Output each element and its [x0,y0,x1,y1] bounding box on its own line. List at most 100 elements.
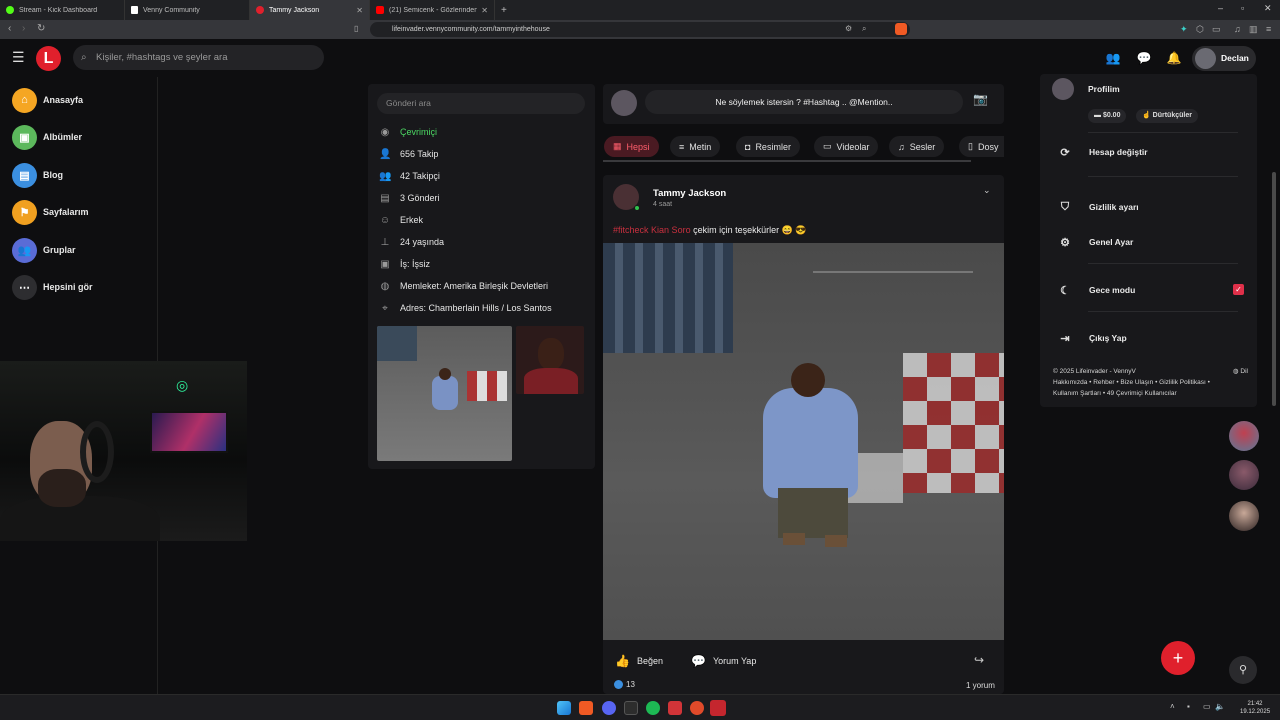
create-post-button[interactable]: + [1161,641,1195,675]
night-mode-checkbox[interactable]: ✓ [1233,284,1244,295]
messages-icon[interactable]: 💬 [1136,50,1152,66]
share-icon[interactable]: ↪ [974,653,984,667]
footer-links[interactable]: Hakkımızda • Rehber • Bize Ulaşın • Gizl… [1053,377,1248,388]
comments-count[interactable]: 1 yorum [966,681,995,690]
extension-puzzle-icon[interactable]: ✦ [1180,24,1188,35]
camera-icon[interactable]: 📷 [973,92,988,106]
photo-thumbnail[interactable] [377,326,512,461]
post-image[interactable] [603,243,1004,640]
post-author[interactable]: Tammy Jackson [653,188,726,199]
menu-item-general-settings[interactable]: ⚙ Genel Ayar [1058,233,1133,251]
system-clock[interactable]: 21:42 19.12.2025 [1240,700,1270,716]
brave-shield-icon[interactable] [895,23,907,35]
youtube-icon [376,6,384,14]
comment-button[interactable]: 💬 Yorum Yap [691,651,756,671]
friends-icon[interactable]: 👥 [1105,50,1121,66]
online-user-avatar[interactable] [1229,421,1259,451]
mention-link[interactable]: Kian Soro [651,225,691,235]
footer-links-2[interactable]: Kullanım Şartları • 49 Çevrimiçi Kullanı… [1053,388,1248,399]
filter-all[interactable]: ▦ Hepsi [604,136,659,157]
filter-images[interactable]: ◘ Resimler [736,136,800,157]
composer-input[interactable]: Ne söylemek istersin ? #Hashtag .. @Ment… [645,90,963,114]
notifications-icon[interactable]: 🔔 [1166,50,1182,66]
menu-item-night-mode[interactable]: ☾ Gece modu [1058,281,1135,299]
forward-icon[interactable]: › [22,23,25,34]
kick-icon [6,6,14,14]
photo-icon: ▣ [12,124,37,150]
online-user-avatar[interactable] [1229,501,1259,531]
close-tab-icon[interactable]: ✕ [481,6,488,15]
discord-icon[interactable] [602,701,616,715]
back-icon[interactable]: ‹ [8,23,11,34]
user-search-button[interactable]: ⚲ [1229,656,1257,684]
tab-tammy[interactable]: Tammy Jackson ✕ [250,0,370,20]
followers-row[interactable]: 👥 42 Takipçi [379,168,440,184]
menu-icon[interactable]: ≡ [1266,24,1271,34]
new-tab-button[interactable]: + [495,0,511,20]
wallet-icon[interactable]: ▭ [1212,24,1221,35]
reload-icon[interactable]: ↻ [37,23,45,34]
extensions-icon[interactable]: ⬡ [1196,24,1204,35]
sidebar-item-groups[interactable]: 👥 Gruplar [12,237,76,263]
media-icon[interactable]: ♫ [1234,24,1241,34]
filter-videos[interactable]: ▭ Videolar [814,136,879,157]
sidebar-item-albums[interactable]: ▣ Albümler [12,124,82,150]
tray-chevron-icon[interactable]: ˄ [1170,702,1175,711]
pokes-badge[interactable]: ☝ Dürtükçüler [1136,109,1198,123]
app-icon[interactable] [668,701,682,715]
app-icon[interactable] [710,700,726,716]
sidebar-item-see-all[interactable]: ⋯ Hepsini gör [12,274,93,300]
posts-row[interactable]: ▤ 3 Gönderi [379,190,439,206]
hashtag-link[interactable]: #fitcheck [613,225,649,235]
sidebar-item-home[interactable]: ⌂ Anasayfa [12,87,83,113]
network-icon[interactable]: ▭ [1203,702,1211,711]
tab-youtube[interactable]: (21) Semicenk - Gözlerinden Gözlerin ✕ [370,0,495,20]
extension-icon[interactable]: ⚙ [845,24,852,33]
tab-venny[interactable]: Venny Community [125,0,250,20]
maximize-icon[interactable]: ▫ [1241,3,1244,13]
chevron-down-icon[interactable]: ⌄ [983,185,991,196]
page-scrollbar[interactable] [1272,172,1276,406]
user-menu-button[interactable]: Declan [1192,46,1256,71]
photo-thumbnail[interactable] [516,326,584,394]
like-button[interactable]: 👍 Beğen [615,651,663,671]
sidebar-item-pages[interactable]: ⚑ Sayfalarım [12,199,89,225]
search-input[interactable]: ⌕ Kişiler, #hashtags ve şeyler ara [73,45,324,70]
menu-item-logout[interactable]: ⇥ Çıkış Yap [1058,329,1126,347]
zoom-icon[interactable]: ⌕ [862,24,866,34]
sidebar-item-blog[interactable]: ▤ Blog [12,162,63,188]
close-tab-icon[interactable]: ✕ [356,6,363,15]
hamburger-icon[interactable]: ☰ [12,49,25,66]
likes-count[interactable]: 13 [614,680,635,689]
brave-icon[interactable] [579,701,593,715]
filter-audio[interactable]: ♫ Sesler [889,136,945,157]
age-row: ⊥ 24 yaşında [380,236,445,248]
post-search-input[interactable]: Gönderi ara [377,93,585,114]
volume-icon[interactable]: 🔈 [1215,702,1225,711]
terminal-icon[interactable] [624,701,638,715]
menu-item-switch-account[interactable]: ⟳ Hesap değiştir [1058,143,1147,161]
bookmark-icon[interactable]: ▯ [354,24,358,33]
sidebar-icon[interactable]: ▥ [1249,24,1258,35]
online-user-avatar[interactable] [1229,460,1259,490]
menu-item-profile[interactable]: Profilim [1052,78,1120,100]
language-link[interactable]: ◍ Dil [1233,366,1248,377]
lifeinvader-logo[interactable]: L [36,46,61,71]
minimize-icon[interactable]: – [1218,3,1223,13]
windows-start-icon[interactable] [557,701,571,715]
gear-icon: ⚙ [1060,236,1070,249]
filter-scrollbar[interactable] [603,160,971,162]
url-field[interactable]: lifeinvader.vennycommunity.com/tammyinth… [370,22,910,37]
filter-files[interactable]: ▯ Dosy [959,136,1004,157]
balance-badge[interactable]: ▬ $0.00 [1088,109,1127,123]
following-row[interactable]: 👤 656 Takip [379,146,438,162]
app-icon[interactable] [690,701,704,715]
menu-item-privacy[interactable]: ⛉ Gizlilik ayarı [1058,198,1139,216]
filter-text[interactable]: ≡ Metin [670,136,721,157]
tray-app-icon[interactable]: ▪ [1187,702,1190,711]
switch-icon: ⟳ [1060,146,1070,159]
spotify-icon[interactable] [646,701,660,715]
menu-footer: © 2025 Lifeinvader - VennyV ◍ Dil Hakkım… [1053,366,1248,399]
window-close-icon[interactable]: ✕ [1264,3,1272,14]
tab-kick[interactable]: Stream - Kick Dashboard [0,0,125,20]
